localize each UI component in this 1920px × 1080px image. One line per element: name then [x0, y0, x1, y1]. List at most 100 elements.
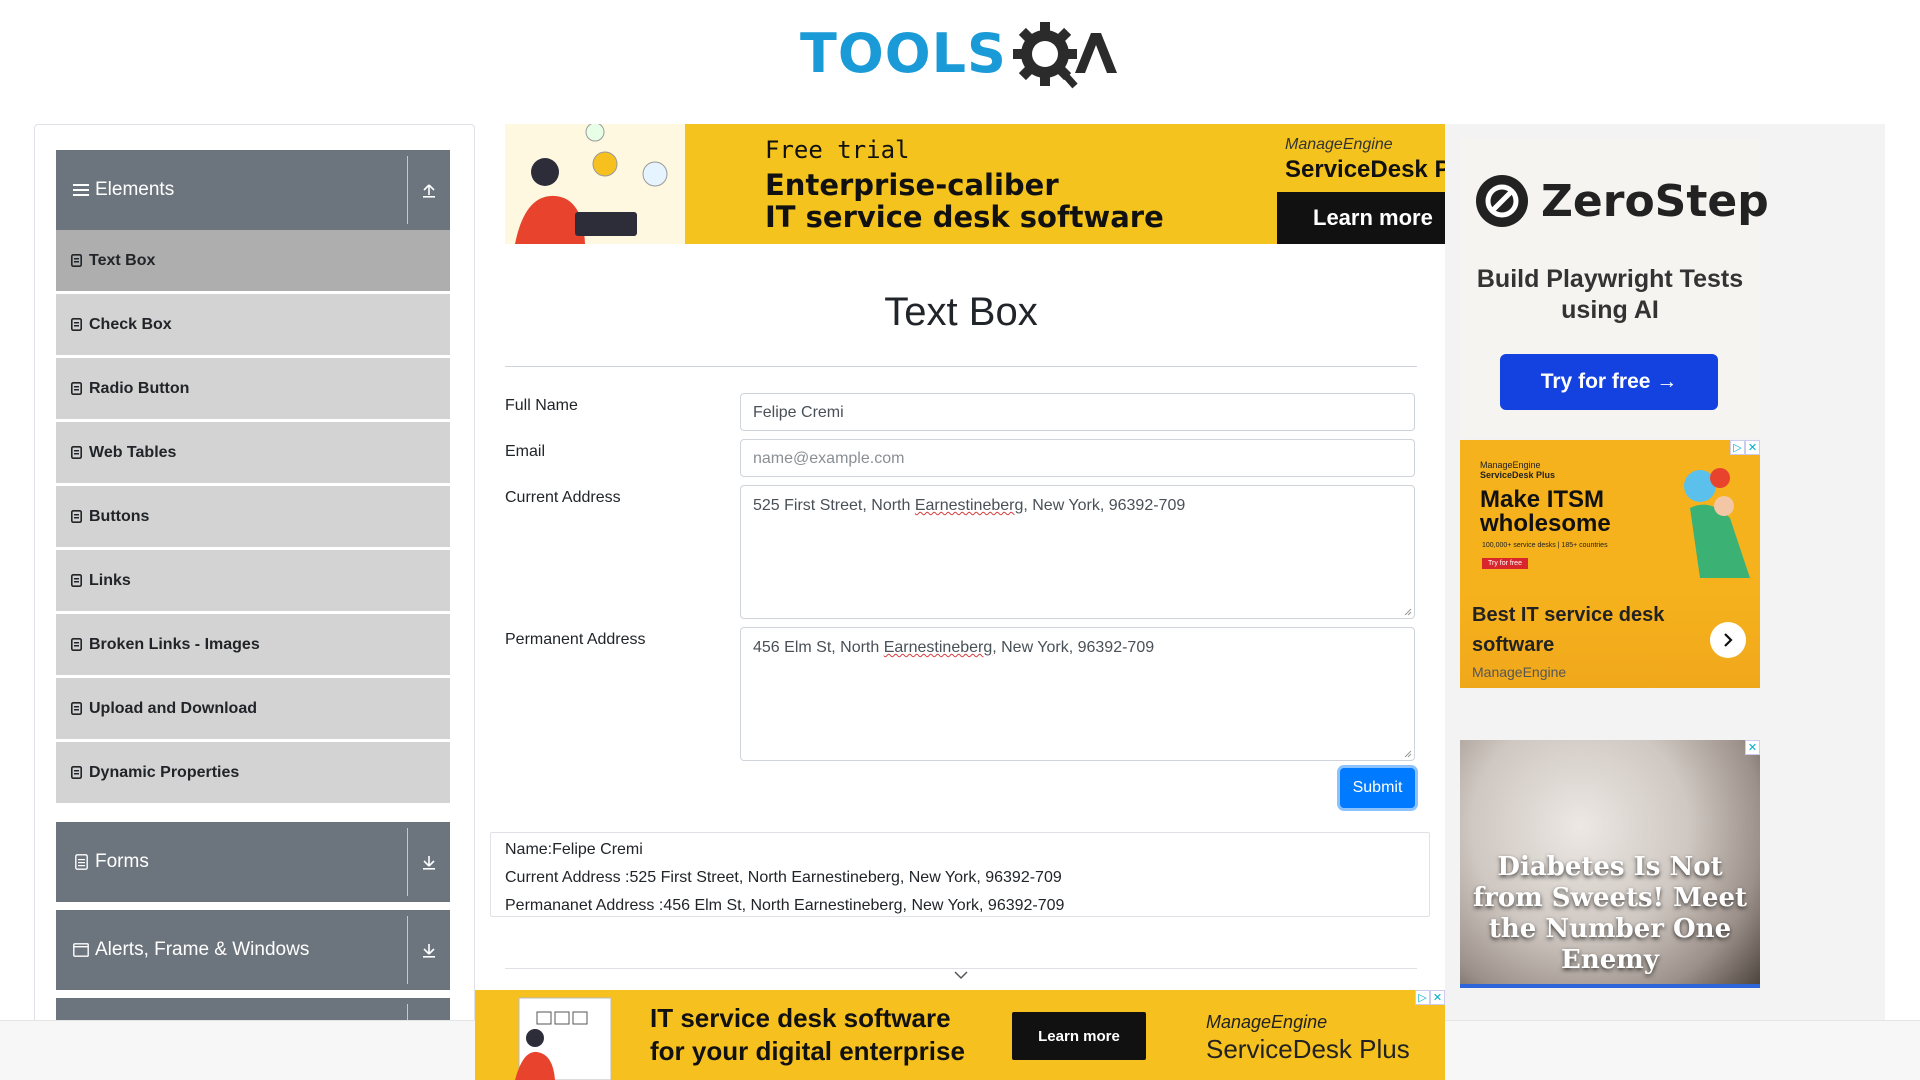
collapse-up-icon[interactable] [418, 150, 440, 230]
sidebar-item-text-box[interactable]: Text Box [56, 230, 450, 292]
sidebar-item-radio-button[interactable]: Radio Button [56, 358, 450, 420]
zerostep-tagline: Build Playwright Tests using AI [1476, 265, 1744, 324]
sidebar-item-label: Radio Button [89, 379, 190, 397]
ad-learn-more-button[interactable]: Learn more [1277, 192, 1445, 244]
chevron-right-icon [1724, 633, 1733, 647]
sidebar-group-label: Alerts, Frame & Windows [95, 939, 310, 960]
window-icon [73, 942, 89, 958]
bottom-ad-brand-large: ServiceDesk Plus [1206, 1034, 1410, 1064]
sidebar-item-dynamic-properties[interactable]: Dynamic Properties [56, 742, 450, 804]
ad-close-icon[interactable]: ✕ [1745, 740, 1760, 755]
sidebar-group-forms[interactable]: Forms [56, 822, 450, 902]
expand-down-icon[interactable] [418, 822, 440, 902]
gear-icon [1012, 22, 1117, 89]
sidebar-group-label: Forms [95, 851, 149, 872]
list-icon [70, 254, 82, 268]
ad-line-2: Enterprise-caliber [765, 168, 1059, 202]
sidebar-item-web-tables[interactable]: Web Tables [56, 422, 450, 484]
email-label: Email [505, 443, 546, 460]
logo-text-tools: TOOLS [800, 22, 1007, 85]
sidebar-item-buttons[interactable]: Buttons [56, 486, 450, 548]
resize-grip-icon[interactable] [1404, 608, 1412, 616]
full-name-input[interactable]: Felipe Cremi [740, 393, 1415, 431]
email-input[interactable]: name@example.com [740, 439, 1415, 477]
current-address-label: Current Address [505, 489, 621, 506]
hamburger-icon [73, 182, 89, 198]
list-icon [70, 638, 82, 652]
itsm-brand-small: ManageEngine [1480, 460, 1541, 470]
list-icon [70, 574, 82, 588]
output-name: Name:Felipe Cremi [505, 841, 643, 858]
list-icon [70, 766, 82, 780]
zerostep-try-button[interactable]: Try for free → [1500, 354, 1718, 410]
sidebar-item-label: Web Tables [89, 443, 177, 461]
top-ad-banner[interactable]: Free trial Enterprise-caliber IT service… [505, 124, 1445, 244]
expand-down-icon[interactable] [418, 910, 440, 990]
permanent-address-textarea[interactable]: 456 Elm St, North Earnestineberg, New Yo… [740, 627, 1415, 761]
sidebar-item-links[interactable]: Links [56, 550, 450, 612]
chevron-down-icon[interactable] [953, 969, 969, 981]
ad-line-3: IT service desk software [765, 200, 1164, 234]
adchoices-icon[interactable]: ▷ [1730, 440, 1745, 455]
ad-brand-small: ManageEngine [1285, 136, 1393, 153]
diabetes-ad[interactable]: Diabetes Is Not from Sweets! Meet the Nu… [1460, 740, 1760, 988]
itsm-next-button[interactable] [1710, 622, 1746, 658]
page-title: Text Box [884, 290, 1038, 334]
sidebar-item-label: Text Box [89, 251, 156, 269]
itsm-ad[interactable]: ManageEngine ServiceDesk Plus Make ITSM … [1460, 440, 1760, 688]
submit-button[interactable]: Submit [1340, 768, 1415, 808]
diabetes-headline: Diabetes Is Not from Sweets! Meet the Nu… [1472, 852, 1747, 975]
ad-close-icon[interactable]: ✕ [1430, 990, 1445, 1005]
ad-illustration [1684, 468, 1750, 578]
left-sidebar: Elements Text Box Check Box Radio Button… [34, 124, 475, 1024]
ad-line-1: Free trial [765, 136, 910, 164]
itsm-title: Best IT service desk software [1472, 604, 1665, 656]
itsm-try-button[interactable]: Try for free [1482, 558, 1528, 569]
site-header: TOOLS [0, 0, 1920, 110]
ad-brand-large: ServiceDesk Plus [1285, 156, 1445, 183]
sidebar-group-label: Elements [95, 179, 175, 200]
bottom-ad-line-2: for your digital enterprise [650, 1036, 965, 1066]
sidebar-item-label: Check Box [89, 315, 172, 333]
list-icon [70, 382, 82, 396]
permanent-address-label: Permanent Address [505, 631, 646, 648]
sidebar-group-alerts[interactable]: Alerts, Frame & Windows [56, 910, 450, 990]
ad-close-icon[interactable]: ✕ [1745, 440, 1760, 455]
itsm-stats: 100,000+ service desks | 185+ countries [1482, 542, 1608, 549]
collapse-bar[interactable] [505, 968, 1417, 990]
itsm-brand-product: ServiceDesk Plus [1480, 470, 1556, 480]
itsm-advertiser: ManageEngine [1472, 664, 1567, 680]
bottom-ad-brand-small: ManageEngine [1206, 1012, 1328, 1032]
zerostep-logo-icon [1476, 175, 1528, 227]
sidebar-item-label: Links [89, 571, 131, 589]
toolsqa-logo[interactable]: TOOLS [800, 14, 1125, 94]
sidebar-group-elements[interactable]: Elements [56, 150, 450, 230]
bottom-ad-line-1: IT service desk software [650, 1003, 951, 1033]
title-divider [505, 366, 1417, 367]
sidebar-item-label: Broken Links - Images [89, 635, 260, 653]
current-address-textarea[interactable]: 525 First Street, North Earnestineberg, … [740, 485, 1415, 619]
list-icon [70, 510, 82, 524]
bottom-ad-learn-more-button[interactable]: Learn more [1012, 1012, 1146, 1060]
output-panel: Name:Felipe Cremi Current Address :525 F… [490, 832, 1430, 917]
output-current-address: Current Address :525 First Street, North… [505, 869, 1062, 886]
sidebar-item-check-box[interactable]: Check Box [56, 294, 450, 356]
sidebar-item-label: Buttons [89, 507, 150, 525]
ad-illustration [505, 124, 685, 244]
adchoices-icon[interactable]: ▷ [1415, 990, 1430, 1005]
resize-grip-icon[interactable] [1404, 750, 1412, 758]
zerostep-name: ZeroStep [1541, 175, 1769, 227]
itsm-headline: Make ITSM wholesome [1480, 486, 1611, 537]
list-icon [70, 446, 82, 460]
list-icon [70, 318, 82, 332]
list-icon [70, 702, 82, 716]
bottom-ad-banner[interactable]: IT service desk software for your digita… [475, 990, 1445, 1080]
zerostep-ad[interactable]: ZeroStep Build Playwright Tests using AI… [1460, 138, 1769, 438]
sidebar-item-label: Dynamic Properties [89, 763, 240, 781]
sidebar-item-broken-links[interactable]: Broken Links - Images [56, 614, 450, 676]
document-icon [73, 854, 89, 870]
sidebar-item-label: Upload and Download [89, 699, 257, 717]
ad-illustration [515, 997, 612, 1080]
sidebar-item-upload-download[interactable]: Upload and Download [56, 678, 450, 740]
output-permanent-address: Permananet Address :456 Elm St, North Ea… [505, 897, 1065, 914]
